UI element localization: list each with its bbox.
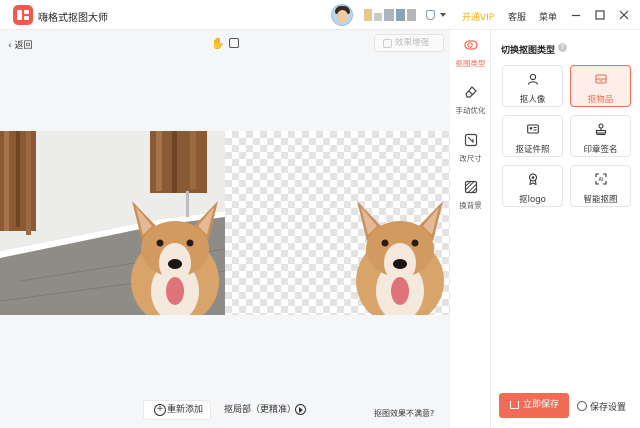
card-label: 抠物品 [587,95,614,105]
card-label: 印章签名 [583,145,618,155]
account-badge-icon[interactable] [424,10,436,20]
play-circle-icon[interactable] [295,404,306,415]
tool-label: 换背景 [459,201,482,210]
vip-link[interactable]: 开通VIP [462,10,494,23]
tool-label: 抠图类型 [455,59,486,68]
unsatisfied-link[interactable]: 抠图效果不满意? [374,408,434,419]
title-bar: 嗨格式抠图大师 开通VIP 客服 菜单 [0,0,640,30]
save-settings-button[interactable]: 保存设置 [577,400,626,413]
logo-icon [528,173,537,186]
resize-icon [464,133,477,147]
card-portrait[interactable]: 抠人像 [502,65,563,107]
menu-link[interactable]: 菜单 [539,10,557,23]
dog-cutout [356,201,444,315]
close-icon[interactable] [617,8,631,22]
user-avatar[interactable] [331,4,353,26]
tool-cutout-type[interactable]: 抠图类型 [450,38,491,69]
cutout-type-panel: 切换抠图类型 ? 抠人像 抠物品 抠证件照 印章签名 抠logo AI 智能抠图… [491,30,640,428]
eraser-icon [464,86,477,98]
tool-change-background[interactable]: 换背景 [450,180,491,211]
card-smart-cutout[interactable]: AI 智能抠图 [570,165,631,207]
hand-pan-icon[interactable]: ✋ [211,37,225,50]
card-label: 智能抠图 [583,195,618,205]
enhance-button[interactable]: 效果增强 [374,34,444,52]
local-cutout-button[interactable]: 抠局部（更精准） [224,402,296,415]
tool-label: 手动优化 [455,106,486,115]
tool-label: 改尺寸 [459,154,482,163]
panel-title: 切换抠图类型 [501,46,556,56]
service-link[interactable]: 客服 [508,10,526,23]
back-label: 返回 [14,41,33,51]
app-title: 嗨格式抠图大师 [38,13,108,24]
background-icon [464,180,477,194]
card-item[interactable]: 抠物品 [570,65,631,107]
card-stamp-signature[interactable]: 印章签名 [570,115,631,157]
card-logo[interactable]: 抠logo [502,165,563,207]
save-now-button[interactable]: 立即保存 [499,393,569,418]
card-label: 抠证件照 [515,145,550,155]
stamp-icon [595,123,606,135]
app-logo-icon [13,5,33,25]
fit-screen-icon[interactable] [229,38,239,48]
card-id-photo[interactable]: 抠证件照 [502,115,563,157]
maximize-icon[interactable] [593,8,607,22]
back-button[interactable]: ‹ 返回 [8,38,32,51]
tool-column: 抠图类型 手动优化 改尺寸 换背景 [450,30,491,428]
svg-text:AI: AI [598,177,603,183]
card-label: 抠人像 [519,95,546,105]
item-icon [594,74,607,84]
card-label: 抠logo [519,195,546,205]
cutout-type-icon [463,40,478,50]
tool-resize[interactable]: 改尺寸 [450,133,491,164]
re-add-button[interactable]: 重新添加 [143,400,211,420]
person-icon [527,73,538,85]
result-image [225,131,450,315]
help-icon[interactable]: ? [558,43,567,52]
id-card-icon [526,124,539,134]
minimize-icon[interactable] [569,8,583,22]
original-image [0,131,225,315]
smart-cutout-icon: AI [594,173,607,185]
chevron-down-icon[interactable] [440,13,446,17]
tool-manual-optimize[interactable]: 手动优化 [450,85,491,116]
